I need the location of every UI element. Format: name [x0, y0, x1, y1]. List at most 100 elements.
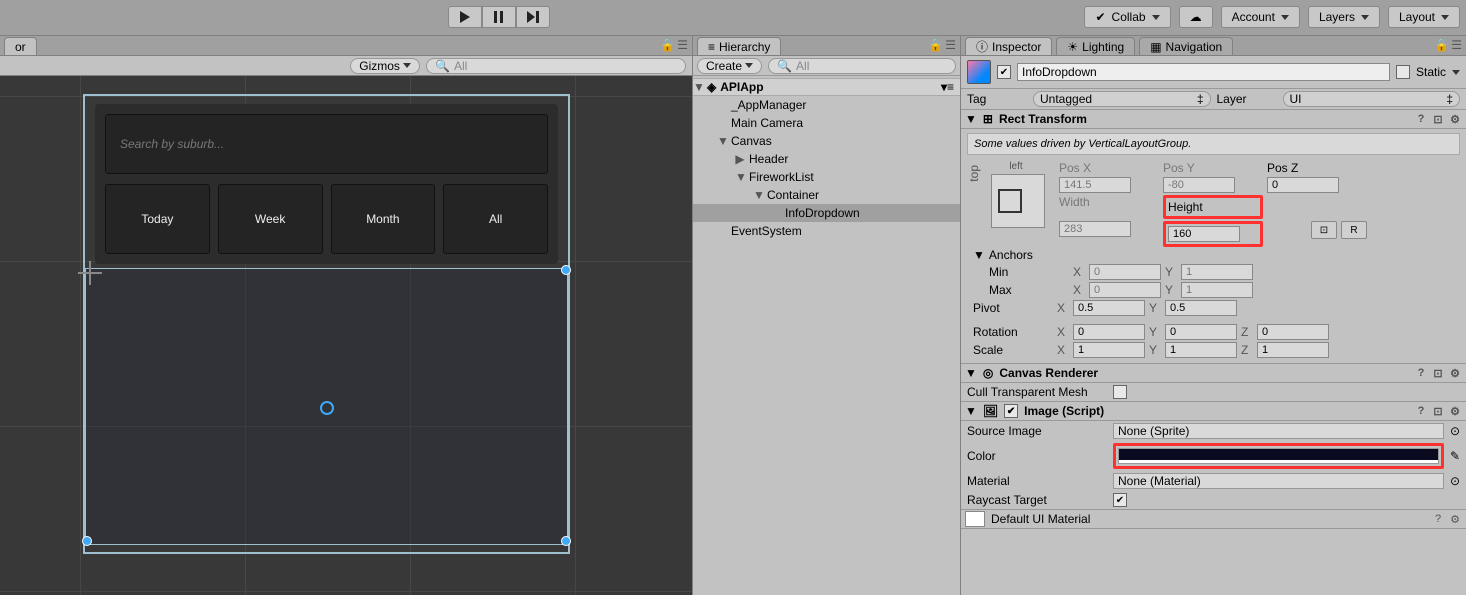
resize-handle-br[interactable]	[561, 536, 571, 546]
expand-toggle[interactable]: ▼	[965, 366, 977, 380]
scl-x[interactable]	[1073, 342, 1145, 358]
hierarchy-item[interactable]: _AppManager	[693, 96, 960, 114]
gear-icon[interactable]: ⚙	[1448, 112, 1462, 126]
panel-menu-icon[interactable]: ☰	[945, 38, 956, 52]
anchor-preset-button[interactable]	[991, 174, 1045, 228]
rot-x[interactable]	[1073, 324, 1145, 340]
lock-icon[interactable]: 🔒	[660, 38, 675, 52]
anchors-header[interactable]: ▼Anchors	[967, 247, 1460, 263]
resize-handle-tr[interactable]	[561, 265, 571, 275]
expand-toggle[interactable]: ▼	[735, 170, 745, 184]
object-picker-icon[interactable]: ⊙	[1450, 424, 1460, 438]
layer-dropdown[interactable]: UI‡	[1283, 91, 1461, 107]
default-material-header[interactable]: Default UI Material ?⚙	[961, 509, 1466, 529]
account-dropdown[interactable]: Account	[1221, 6, 1300, 28]
hierarchy-item[interactable]: ▼FireworkList	[693, 168, 960, 186]
gizmos-dropdown[interactable]: Gizmos	[350, 58, 420, 74]
hierarchy-item[interactable]: InfoDropdown	[693, 204, 960, 222]
gear-icon[interactable]: ⚙	[1448, 366, 1462, 380]
play-button[interactable]	[448, 6, 482, 28]
preset-icon[interactable]: ⊡	[1431, 366, 1445, 380]
scl-y[interactable]	[1165, 342, 1237, 358]
lock-icon[interactable]: 🔒	[928, 38, 943, 52]
cull-checkbox[interactable]	[1113, 385, 1127, 399]
hierarchy-item[interactable]: ▶Header	[693, 150, 960, 168]
expand-toggle[interactable]: ▼	[965, 112, 977, 126]
source-image-field[interactable]: None (Sprite)	[1113, 423, 1444, 439]
expand-toggle[interactable]: ▼	[693, 80, 703, 94]
material-field[interactable]: None (Material)	[1113, 473, 1444, 489]
active-checkbox[interactable]: ✔	[997, 65, 1011, 79]
lock-icon[interactable]: 🔒	[1434, 38, 1449, 52]
static-dropdown[interactable]	[1452, 70, 1460, 75]
gear-icon[interactable]: ⚙	[1448, 404, 1462, 418]
collab-dropdown[interactable]: ✔Collab	[1084, 6, 1170, 28]
pivot-y[interactable]	[1165, 300, 1237, 316]
scene-tab[interactable]: or	[4, 37, 37, 55]
scene-header[interactable]: ▼ ◈ APIApp ▾≡	[693, 78, 960, 96]
help-icon[interactable]: ?	[1431, 512, 1445, 526]
width-field[interactable]	[1059, 221, 1131, 237]
scene-view[interactable]: Search by suburb... Today Week Month All	[0, 76, 692, 595]
help-icon[interactable]: ?	[1414, 366, 1428, 380]
rect-transform-header[interactable]: ▼ ⊞ Rect Transform ?⊡⚙	[961, 109, 1466, 129]
color-field[interactable]	[1118, 448, 1439, 464]
hierarchy-item[interactable]: ▼Canvas	[693, 132, 960, 150]
gameobject-icon[interactable]	[967, 60, 991, 84]
expand-toggle[interactable]: ▼	[973, 248, 985, 262]
posy-field[interactable]	[1163, 177, 1235, 193]
navigation-tab[interactable]: ▦Navigation	[1139, 37, 1233, 55]
rot-y[interactable]	[1165, 324, 1237, 340]
expand-toggle[interactable]: ▶	[735, 152, 745, 166]
cloud-button[interactable]: ☁	[1179, 6, 1213, 28]
hierarchy-item[interactable]: ▼Container	[693, 186, 960, 204]
preset-icon[interactable]: ⊡	[1431, 404, 1445, 418]
object-picker-icon[interactable]: ⊙	[1450, 474, 1460, 488]
help-icon[interactable]: ?	[1414, 112, 1428, 126]
anchor-handle[interactable]	[77, 260, 103, 286]
tag-dropdown[interactable]: Untagged‡	[1033, 91, 1211, 107]
hierarchy-tab[interactable]: ≡Hierarchy	[697, 37, 781, 55]
posx-field[interactable]	[1059, 177, 1131, 193]
inspector-tab[interactable]: ⓘInspector	[965, 37, 1052, 55]
pause-button[interactable]	[482, 6, 516, 28]
expand-toggle[interactable]: ▼	[753, 188, 763, 202]
preset-icon[interactable]: ⊡	[1431, 112, 1445, 126]
object-name-field[interactable]	[1017, 63, 1390, 81]
expand-toggle[interactable]: ▼	[717, 134, 727, 148]
help-icon[interactable]: ?	[1414, 404, 1428, 418]
scene-menu-icon[interactable]: ▾≡	[941, 80, 954, 94]
rot-z[interactable]	[1257, 324, 1329, 340]
create-dropdown[interactable]: Create	[697, 58, 762, 74]
panel-menu-icon[interactable]: ☰	[677, 38, 688, 52]
canvas-renderer-header[interactable]: ▼ ◎ Canvas Renderer ?⊡⚙	[961, 363, 1466, 383]
hierarchy-item[interactable]: EventSystem	[693, 222, 960, 240]
scene-search[interactable]: 🔍All	[426, 58, 686, 74]
anchor-max-x[interactable]	[1089, 282, 1161, 298]
resize-handle-bl[interactable]	[82, 536, 92, 546]
component-enable-checkbox[interactable]: ✔	[1004, 404, 1018, 418]
height-field[interactable]	[1168, 226, 1240, 242]
raycast-checkbox[interactable]: ✔	[1113, 493, 1127, 507]
hierarchy-search[interactable]: 🔍All	[768, 58, 956, 74]
scl-z[interactable]	[1257, 342, 1329, 358]
panel-menu-icon[interactable]: ☰	[1451, 38, 1462, 52]
posz-field[interactable]	[1267, 177, 1339, 193]
layout-dropdown[interactable]: Layout	[1388, 6, 1460, 28]
eyedropper-icon[interactable]: ✎	[1450, 449, 1460, 463]
static-checkbox[interactable]	[1396, 65, 1410, 79]
gear-icon[interactable]: ⚙	[1448, 512, 1462, 526]
step-button[interactable]	[516, 6, 550, 28]
anchor-min-x[interactable]	[1089, 264, 1161, 280]
pivot-x[interactable]	[1073, 300, 1145, 316]
image-component-header[interactable]: ▼ 🖼 ✔ Image (Script) ?⊡⚙	[961, 401, 1466, 421]
expand-toggle[interactable]: ▼	[965, 404, 977, 418]
hierarchy-item[interactable]: Main Camera	[693, 114, 960, 132]
anchor-max-y[interactable]	[1181, 282, 1253, 298]
pivot-handle[interactable]	[320, 401, 334, 415]
layers-dropdown[interactable]: Layers	[1308, 6, 1380, 28]
anchor-min-y[interactable]	[1181, 264, 1253, 280]
raw-edit-button[interactable]: R	[1341, 221, 1367, 239]
blueprint-button[interactable]: ⊡	[1311, 221, 1337, 239]
lighting-tab[interactable]: ☀Lighting	[1056, 37, 1135, 55]
